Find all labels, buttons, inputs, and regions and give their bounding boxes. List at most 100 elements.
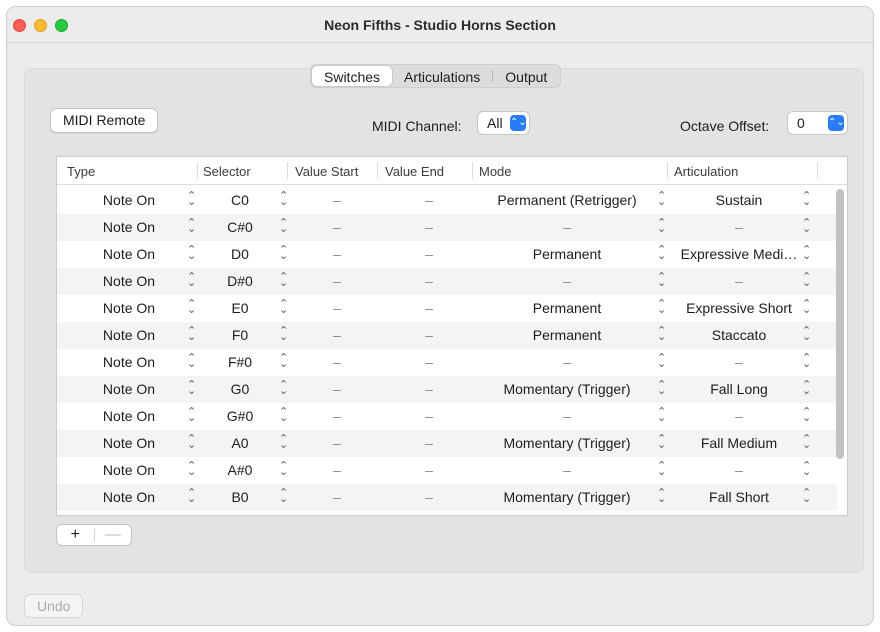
value-end-cell[interactable]: –: [399, 192, 459, 208]
type-stepper-icon[interactable]: ⌃ ⌄: [187, 245, 196, 262]
mode-stepper-icon[interactable]: ⌃ ⌄: [657, 245, 666, 262]
column-header-articulation[interactable]: Articulation: [674, 164, 738, 179]
articulation-stepper-icon[interactable]: ⌃ ⌄: [802, 218, 811, 235]
value-end-cell[interactable]: –: [399, 462, 459, 478]
selector-stepper-icon[interactable]: ⌃ ⌄: [279, 380, 288, 397]
value-start-cell[interactable]: –: [307, 300, 367, 316]
value-start-cell[interactable]: –: [307, 435, 367, 451]
type-stepper-icon[interactable]: ⌃ ⌄: [187, 272, 196, 289]
selector-stepper-icon[interactable]: ⌃ ⌄: [279, 353, 288, 370]
table-row[interactable]: Note On F#0 – – – – ⌃ ⌄ ⌃ ⌄ ⌃ ⌄ ⌃ ⌄: [57, 349, 837, 376]
table-row[interactable]: Note On C0 – – Permanent (Retrigger) Sustain ⌃…: [57, 187, 837, 214]
table-row[interactable]: Note On G0 – – Momentary (Trigger) Fall Long ⌃…: [57, 376, 837, 403]
articulation-stepper-icon[interactable]: ⌃ ⌄: [802, 380, 811, 397]
value-end-cell[interactable]: –: [399, 246, 459, 262]
column-header-value-start[interactable]: Value Start: [295, 164, 358, 179]
table-row[interactable]: Note On D0– – Permanent Expressive Medi… ⌃ ⌄ ⌃ ⌄…: [57, 241, 837, 268]
value-end-cell[interactable]: –: [399, 354, 459, 370]
mode-stepper-icon[interactable]: ⌃ ⌄: [657, 299, 666, 316]
articulation-stepper-icon[interactable]: ⌃ ⌄: [802, 191, 811, 208]
undo-button[interactable]: Undo: [24, 594, 84, 618]
value-end-cell[interactable]: –: [399, 327, 459, 343]
vertical-scrollbar[interactable]: [836, 189, 844, 459]
table-row[interactable]: Note On D#0 – – – – ⌃ ⌄ ⌃ ⌄ ⌃ ⌄ ⌃ ⌄: [57, 268, 837, 295]
table-row[interactable]: Note On F0 – – Permanent Staccato ⌃ ⌄ ⌃ ⌄ ⌃ ⌄ ⌃ ⌄: [57, 322, 837, 349]
add-switch-button[interactable]: +: [57, 525, 94, 545]
type-stepper-icon[interactable]: ⌃ ⌄: [187, 461, 196, 478]
type-stepper-icon[interactable]: ⌃ ⌄: [187, 218, 196, 235]
column-header-value-end[interactable]: Value End: [385, 164, 444, 179]
value-end-cell[interactable]: –: [399, 489, 459, 505]
octave-offset-popup[interactable]: 0 ⌃⌄: [787, 111, 848, 135]
articulation-stepper-icon[interactable]: ⌃ ⌄: [802, 434, 811, 451]
value-start-cell[interactable]: –: [307, 408, 367, 424]
table-row[interactable]: Note On A#0 – – – – ⌃ ⌄ ⌃ ⌄ ⌃ ⌄ ⌃ ⌄: [57, 457, 837, 484]
value-start-cell[interactable]: –: [307, 219, 367, 235]
mode-stepper-icon[interactable]: ⌃ ⌄: [657, 434, 666, 451]
column-divider[interactable]: [377, 162, 378, 179]
selector-stepper-icon[interactable]: ⌃ ⌄: [279, 245, 288, 262]
selector-stepper-icon[interactable]: ⌃ ⌄: [279, 407, 288, 424]
remove-switch-button[interactable]: —: [94, 525, 131, 545]
type-stepper-icon[interactable]: ⌃ ⌄: [187, 434, 196, 451]
mode-stepper-icon[interactable]: ⌃ ⌄: [657, 461, 666, 478]
articulation-stepper-icon[interactable]: ⌃ ⌄: [802, 245, 811, 262]
midi-remote-button[interactable]: MIDI Remote: [50, 108, 159, 133]
selector-stepper-icon[interactable]: ⌃ ⌄: [279, 218, 288, 235]
column-divider[interactable]: [667, 162, 668, 179]
mode-stepper-icon[interactable]: ⌃ ⌄: [657, 272, 666, 289]
articulation-stepper-icon[interactable]: ⌃ ⌄: [802, 326, 811, 343]
value-start-cell[interactable]: –: [307, 273, 367, 289]
tab-articulations[interactable]: Articulations: [392, 66, 492, 86]
column-divider[interactable]: [197, 162, 198, 179]
type-stepper-icon[interactable]: ⌃ ⌄: [187, 488, 196, 505]
value-end-cell[interactable]: –: [399, 435, 459, 451]
value-start-cell[interactable]: –: [307, 192, 367, 208]
table-row[interactable]: Note On G#0 – – – – ⌃ ⌄ ⌃ ⌄ ⌃ ⌄ ⌃ ⌄: [57, 403, 837, 430]
selector-stepper-icon[interactable]: ⌃ ⌄: [279, 191, 288, 208]
mode-stepper-icon[interactable]: ⌃ ⌄: [657, 380, 666, 397]
selector-stepper-icon[interactable]: ⌃ ⌄: [279, 488, 288, 505]
type-stepper-icon[interactable]: ⌃ ⌄: [187, 407, 196, 424]
type-stepper-icon[interactable]: ⌃ ⌄: [187, 299, 196, 316]
selector-stepper-icon[interactable]: ⌃ ⌄: [279, 461, 288, 478]
table-row[interactable]: Note On C#0 – – – – ⌃ ⌄ ⌃ ⌄ ⌃ ⌄ ⌃ ⌄: [57, 214, 837, 241]
mode-stepper-icon[interactable]: ⌃ ⌄: [657, 353, 666, 370]
column-divider[interactable]: [287, 162, 288, 179]
articulation-stepper-icon[interactable]: ⌃ ⌄: [802, 461, 811, 478]
value-end-cell[interactable]: –: [399, 300, 459, 316]
mode-stepper-icon[interactable]: ⌃ ⌄: [657, 326, 666, 343]
midi-channel-popup[interactable]: All ⌃⌄: [477, 111, 530, 135]
table-row[interactable]: Note On E0 – – Permanent Expressive Short ⌃ ⌄ ⌃ ⌄…: [57, 295, 837, 322]
mode-stepper-icon[interactable]: ⌃ ⌄: [657, 218, 666, 235]
column-divider[interactable]: [817, 162, 818, 179]
articulation-stepper-icon[interactable]: ⌃ ⌄: [802, 299, 811, 316]
selector-stepper-icon[interactable]: ⌃ ⌄: [279, 272, 288, 289]
column-header-mode[interactable]: Mode: [479, 164, 512, 179]
articulation-stepper-icon[interactable]: ⌃ ⌄: [802, 407, 811, 424]
mode-stepper-icon[interactable]: ⌃ ⌄: [657, 407, 666, 424]
value-start-cell[interactable]: –: [307, 381, 367, 397]
column-header-type[interactable]: Type: [67, 164, 95, 179]
value-end-cell[interactable]: –: [399, 408, 459, 424]
type-stepper-icon[interactable]: ⌃ ⌄: [187, 353, 196, 370]
value-start-cell[interactable]: –: [307, 462, 367, 478]
table-row[interactable]: Note On B0 – – Momentary (Trigger) Fall Short…: [57, 484, 837, 511]
value-start-cell[interactable]: –: [307, 327, 367, 343]
tab-output[interactable]: Output: [493, 66, 559, 86]
type-stepper-icon[interactable]: ⌃ ⌄: [187, 380, 196, 397]
articulation-stepper-icon[interactable]: ⌃ ⌄: [802, 488, 811, 505]
selector-stepper-icon[interactable]: ⌃ ⌄: [279, 434, 288, 451]
value-end-cell[interactable]: –: [399, 219, 459, 235]
selector-stepper-icon[interactable]: ⌃ ⌄: [279, 299, 288, 316]
value-end-cell[interactable]: –: [399, 273, 459, 289]
value-start-cell[interactable]: –: [307, 354, 367, 370]
column-divider[interactable]: [472, 162, 473, 179]
value-start-cell[interactable]: –: [307, 246, 367, 262]
type-stepper-icon[interactable]: ⌃ ⌄: [187, 191, 196, 208]
column-header-selector[interactable]: Selector: [203, 164, 251, 179]
selector-stepper-icon[interactable]: ⌃ ⌄: [279, 326, 288, 343]
tab-switches[interactable]: Switches: [312, 66, 393, 86]
table-row[interactable]: Note On A0 – – Momentary (Trigger) Fall Mediu…: [57, 430, 837, 457]
mode-stepper-icon[interactable]: ⌃ ⌄: [657, 488, 666, 505]
